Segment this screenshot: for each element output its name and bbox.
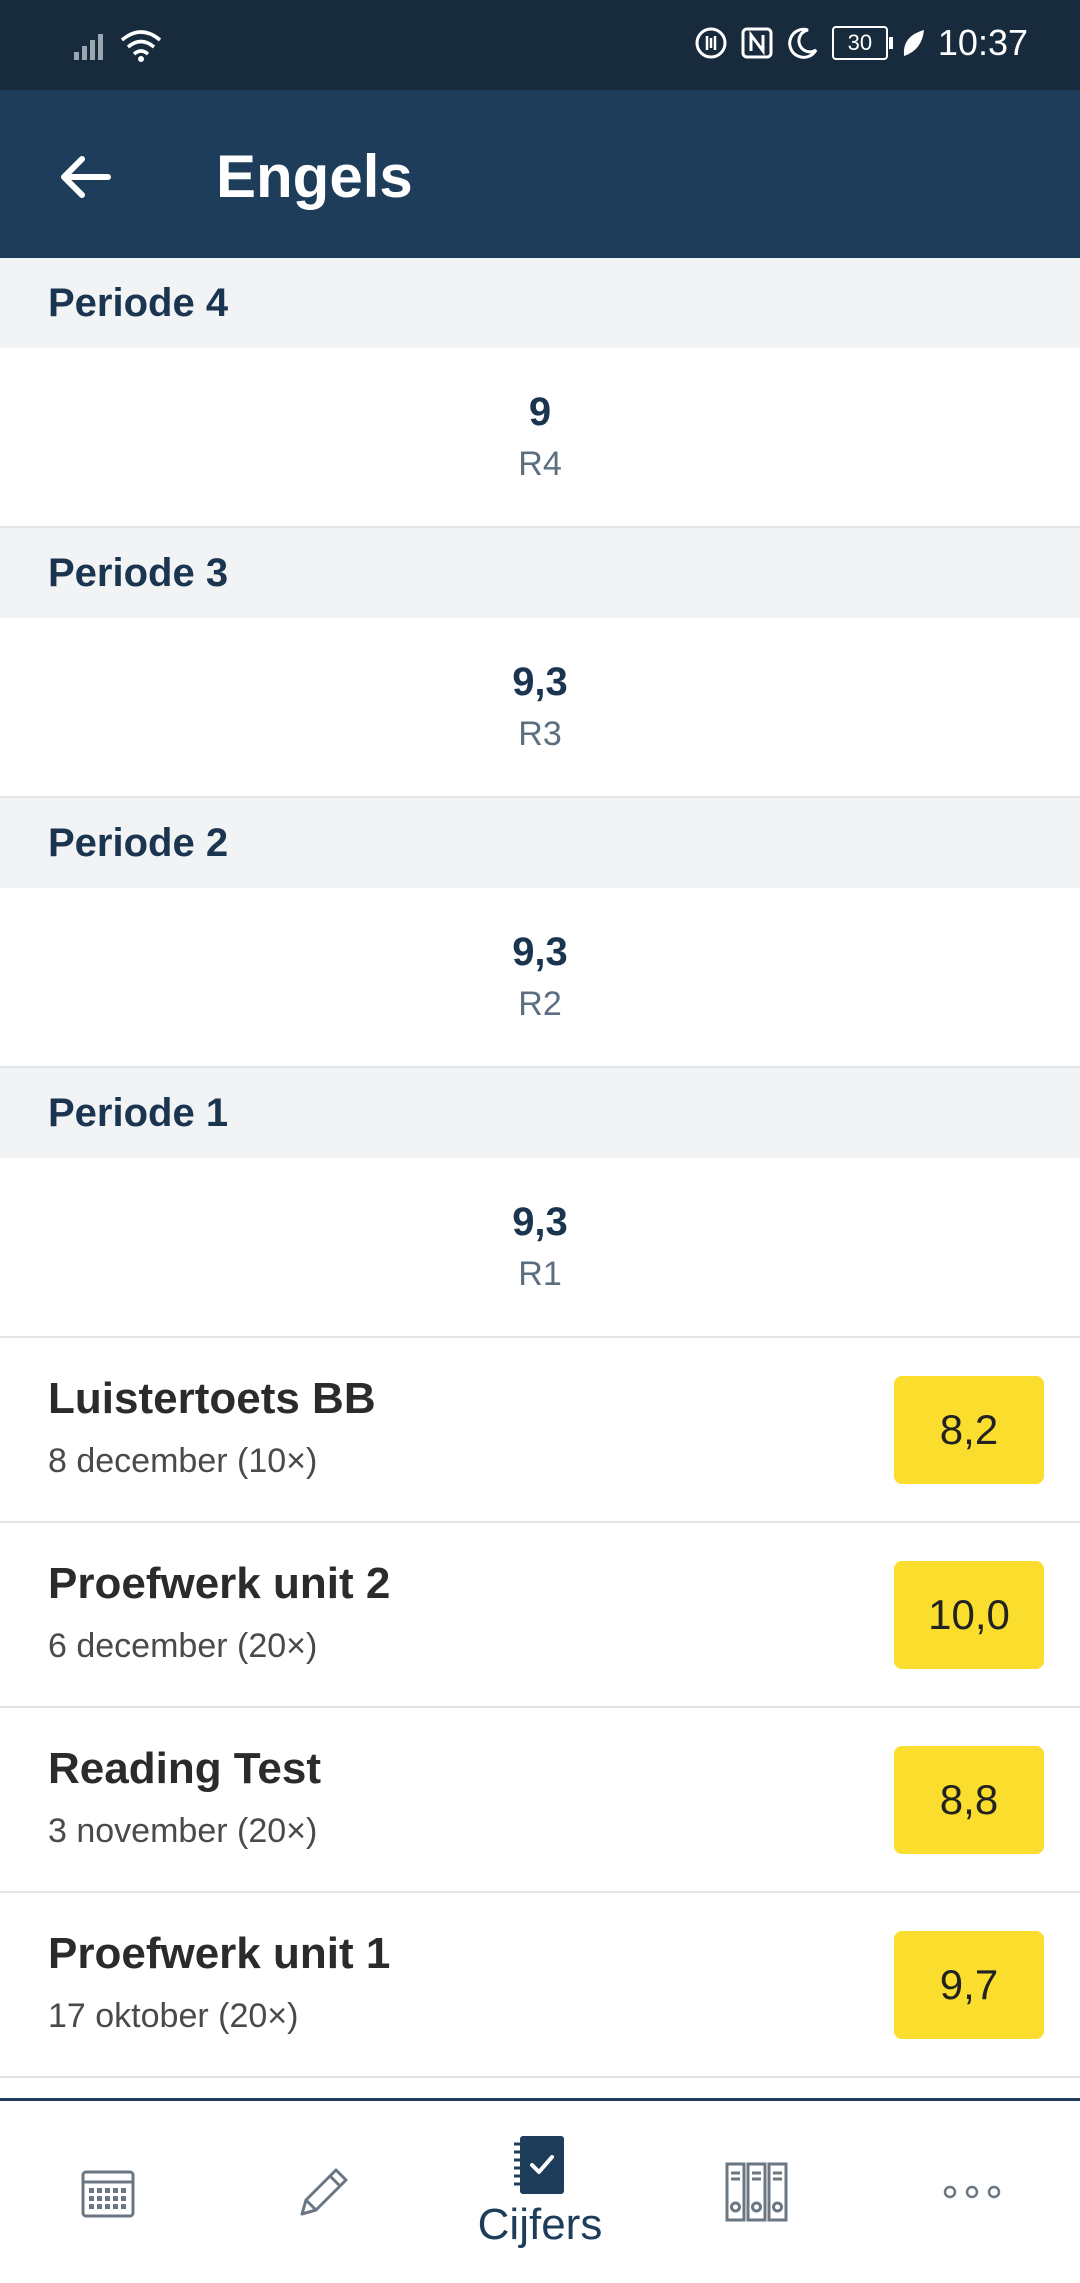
nav-more[interactable] (864, 2101, 1080, 2283)
app-bar: Engels (0, 90, 1080, 258)
grade-title: Proefwerk unit 1 (48, 1929, 391, 1978)
period-section: Periode 1 9,3 R1 (0, 1068, 1080, 1338)
data-saver-icon (695, 27, 727, 59)
grade-row[interactable]: Reading Test 3 november (20×) 8,8 (0, 1708, 1080, 1893)
grade-row[interactable]: Proefwerk unit 2 6 december (20×) 10,0 (0, 1523, 1080, 1708)
nav-calendar[interactable] (0, 2101, 216, 2283)
period-grade: 9,3 (512, 660, 568, 704)
grade-date-weight: 17 oktober (20×) (48, 1997, 299, 2035)
period-summary[interactable]: 9,3 R2 (0, 888, 1080, 1068)
calendar-icon (81, 2170, 135, 2218)
nav-grades-label: Cijfers (477, 2200, 603, 2249)
status-time: 10:37 (937, 22, 1028, 63)
period-grade: 9,3 (512, 1200, 568, 1244)
grade-row[interactable]: Proefwerk unit 1 17 oktober (20×) 9,7 (0, 1893, 1080, 2078)
period-summary[interactable]: 9,3 R1 (0, 1158, 1080, 1338)
period-code: R2 (518, 985, 562, 1023)
grade-title: Luistertoets BB (48, 1374, 376, 1423)
grade-badge: 9,7 (894, 1931, 1044, 2039)
grade-title: Reading Test (48, 1744, 322, 1793)
period-header: Periode 4 (0, 258, 1080, 348)
nav-grades[interactable]: Cijfers (432, 2101, 648, 2283)
grade-title: Proefwerk unit 2 (48, 1559, 391, 1608)
leaf-icon (903, 30, 924, 56)
back-arrow-icon (61, 156, 111, 198)
more-icon (943, 2185, 1001, 2199)
back-button[interactable] (50, 142, 120, 212)
status-left (74, 28, 162, 62)
period-code: R4 (518, 445, 562, 483)
status-right: 30 10:37 (694, 22, 1028, 64)
period-grade: 9,3 (512, 930, 568, 974)
period-header: Periode 2 (0, 798, 1080, 888)
period-section: Periode 3 9,3 R3 (0, 528, 1080, 798)
grade-date-weight: 8 december (10×) (48, 1442, 318, 1480)
period-summary[interactable]: 9 R4 (0, 348, 1080, 528)
nav-homework[interactable] (216, 2101, 432, 2283)
period-header: Periode 3 (0, 528, 1080, 618)
grade-badge: 8,2 (894, 1376, 1044, 1484)
period-section: Periode 2 9,3 R2 (0, 798, 1080, 1068)
period-section: Periode 4 9 R4 (0, 258, 1080, 528)
battery-icon: 30 (831, 26, 893, 60)
grade-date-weight: 3 november (20×) (48, 1812, 318, 1850)
bottom-navigation: Cijfers (0, 2098, 1080, 2283)
binders-icon (725, 2162, 788, 2222)
grade-date-weight: 6 december (20×) (48, 1627, 318, 1665)
nav-study-guides[interactable] (648, 2101, 864, 2283)
page-title: Engels (216, 143, 413, 210)
period-summary[interactable]: 9,3 R3 (0, 618, 1080, 798)
wifi-icon (120, 30, 162, 62)
grades-notebook-icon (514, 2136, 564, 2194)
grade-badge: 10,0 (894, 1561, 1044, 1669)
grade-badge: 8,8 (894, 1746, 1044, 1854)
grade-row[interactable]: Luistertoets BB 8 december (10×) 8,2 (0, 1338, 1080, 1523)
signal-icon (74, 34, 103, 60)
period-header: Periode 1 (0, 1068, 1080, 1158)
period-code: R3 (518, 715, 562, 753)
content: Periode 4 9 R4 Periode 3 9,3 R3 Periode … (0, 258, 1080, 2078)
period-grade: 9 (528, 390, 552, 434)
nfc-icon (741, 27, 773, 59)
period-code: R1 (518, 1255, 562, 1293)
pencil-icon (300, 2168, 348, 2216)
moon-icon (788, 27, 818, 59)
status-bar: 30 10:37 (0, 0, 1080, 90)
